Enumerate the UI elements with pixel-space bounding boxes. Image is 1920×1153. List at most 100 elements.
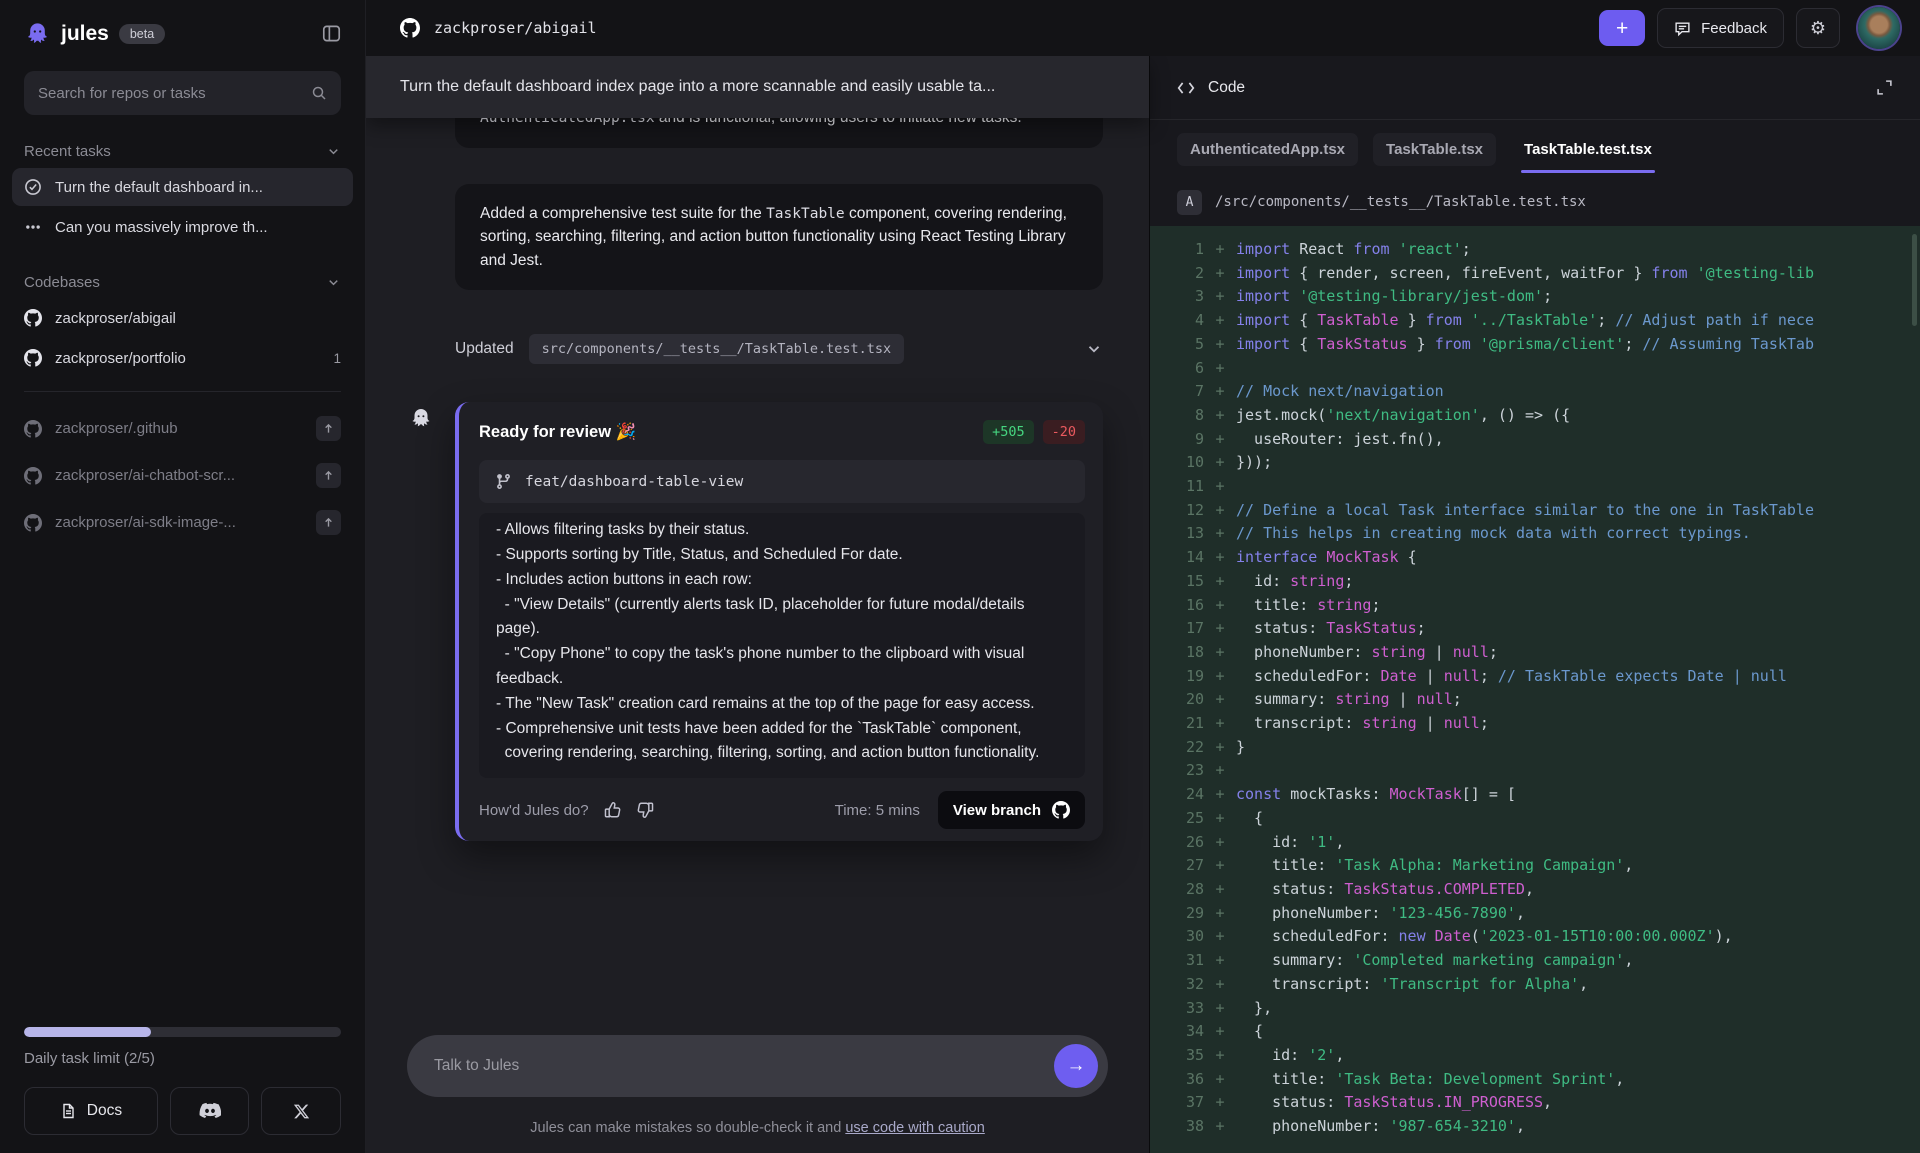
- line-number: 10: [1150, 451, 1204, 475]
- feedback-button[interactable]: Feedback: [1657, 8, 1784, 48]
- code-line: 33+},: [1150, 997, 1920, 1021]
- code-line: 31+summary: 'Completed marketing campaig…: [1150, 949, 1920, 973]
- diff-added-marker: +: [1204, 475, 1236, 499]
- feedback-icon: [1674, 20, 1691, 37]
- thumbs-up-icon[interactable]: [603, 801, 621, 819]
- file-tab-0[interactable]: AuthenticatedApp.tsx: [1177, 133, 1358, 166]
- codebases-header[interactable]: Codebases: [24, 274, 341, 291]
- diff-added-marker: +: [1204, 665, 1236, 689]
- file-tab-2[interactable]: TaskTable.test.tsx: [1511, 133, 1665, 166]
- code-panel-header: Code: [1150, 56, 1920, 120]
- task-label: Can you massively improve th...: [55, 219, 268, 236]
- code-text: id: string;: [1236, 570, 1920, 594]
- docs-label: Docs: [87, 1102, 122, 1120]
- branch-name: feat/dashboard-table-view: [525, 474, 743, 490]
- docs-button[interactable]: Docs: [24, 1087, 158, 1135]
- sidebar-codebase-inactive-1[interactable]: zackproser/ai-chatbot-scr...: [12, 453, 353, 498]
- code-line: 19+scheduledFor: Date | null; // TaskTab…: [1150, 665, 1920, 689]
- line-number: 26: [1150, 831, 1204, 855]
- updated-file-row: Updated src/components/__tests__/TaskTab…: [455, 334, 1103, 364]
- upgrade-arrow-icon[interactable]: [316, 463, 341, 488]
- chevron-down-icon: [326, 275, 341, 290]
- chevron-down-icon[interactable]: [1085, 340, 1103, 358]
- discord-button[interactable]: [170, 1087, 250, 1135]
- sidebar-recent-task-1[interactable]: Can you massively improve th...: [12, 208, 353, 246]
- use-code-with-caution-link[interactable]: use code with caution: [845, 1120, 984, 1136]
- search-icon: [311, 85, 327, 101]
- github-icon: [24, 420, 42, 438]
- x-twitter-button[interactable]: [261, 1087, 341, 1135]
- send-button[interactable]: →: [1054, 1044, 1098, 1088]
- github-icon: [24, 467, 42, 485]
- view-branch-button[interactable]: View branch: [938, 791, 1085, 829]
- repo-name: zackproser/abigail: [434, 19, 597, 37]
- diff-added-marker: +: [1204, 522, 1236, 546]
- line-number: 15: [1150, 570, 1204, 594]
- code-text: phoneNumber: '123-456-7890',: [1236, 902, 1920, 926]
- code-line: 34+{: [1150, 1020, 1920, 1044]
- thumbs-down-icon[interactable]: [637, 801, 655, 819]
- github-icon: [24, 309, 42, 327]
- upgrade-arrow-icon[interactable]: [316, 510, 341, 535]
- user-avatar[interactable]: [1858, 7, 1900, 49]
- scrollbar-thumb[interactable]: [1912, 234, 1917, 326]
- code-line: 5+import { TaskStatus } from '@prisma/cl…: [1150, 333, 1920, 357]
- line-number: 19: [1150, 665, 1204, 689]
- new-task-button[interactable]: +: [1599, 10, 1645, 46]
- expand-icon[interactable]: [1876, 79, 1893, 96]
- line-number: 29: [1150, 902, 1204, 926]
- sidebar-codebase-1[interactable]: zackproser/portfolio1: [12, 339, 353, 377]
- task-title-bar[interactable]: Turn the default dashboard index page in…: [366, 56, 1149, 118]
- sidebar-recent-task-0[interactable]: Turn the default dashboard in...: [12, 168, 353, 206]
- code-text: jest.mock('next/navigation', () => ({: [1236, 404, 1920, 428]
- line-number: 25: [1150, 807, 1204, 831]
- check-circle-icon: [24, 178, 42, 196]
- diff-added-marker: +: [1204, 1091, 1236, 1115]
- code-editor[interactable]: 1+import React from 'react';2+import { r…: [1150, 226, 1920, 1153]
- git-branch-icon: [495, 473, 512, 490]
- file-tab-1[interactable]: TaskTable.tsx: [1373, 133, 1496, 166]
- line-number: 28: [1150, 878, 1204, 902]
- branch-bar[interactable]: feat/dashboard-table-view: [479, 460, 1085, 503]
- recent-tasks-header[interactable]: Recent tasks: [24, 143, 341, 160]
- composer-input[interactable]: [434, 1057, 1054, 1075]
- sidebar-codebase-inactive-2[interactable]: zackproser/ai-sdk-image-...: [12, 500, 353, 545]
- code-line: 22+}: [1150, 736, 1920, 760]
- diff-added-marker: +: [1204, 428, 1236, 452]
- diff-added-marker: +: [1204, 1115, 1236, 1139]
- review-body-panel[interactable]: - Allows filtering tasks by their status…: [479, 513, 1085, 778]
- diff-added-marker: +: [1204, 712, 1236, 736]
- code-line: 3+import '@testing-library/jest-dom';: [1150, 285, 1920, 309]
- line-number: 22: [1150, 736, 1204, 760]
- updated-file-chip[interactable]: src/components/__tests__/TaskTable.test.…: [529, 334, 905, 364]
- code-text: },: [1236, 997, 1920, 1021]
- diff-added-marker: +: [1204, 333, 1236, 357]
- line-number: 2: [1150, 262, 1204, 286]
- chat-scroll-area[interactable]: AuthenticatedApp.tsx and is functional, …: [366, 118, 1149, 1153]
- line-number: 33: [1150, 997, 1204, 1021]
- line-number: 16: [1150, 594, 1204, 618]
- diff-added-marker: +: [1204, 617, 1236, 641]
- code-line: 8+jest.mock('next/navigation', () => ({: [1150, 404, 1920, 428]
- review-body-text: - Allows filtering tasks by their status…: [496, 518, 1068, 766]
- gear-icon: ⚙: [1810, 18, 1826, 39]
- code-text: summary: string | null;: [1236, 688, 1920, 712]
- chevron-down-icon: [326, 144, 341, 159]
- line-number: 23: [1150, 759, 1204, 783]
- code-text: status: TaskStatus.IN_PROGRESS,: [1236, 1091, 1920, 1115]
- codebase-label: zackproser/abigail: [55, 310, 176, 327]
- agent-message: AuthenticatedApp.tsx and is functional, …: [455, 118, 1103, 148]
- line-number: 24: [1150, 783, 1204, 807]
- collapse-sidebar-icon[interactable]: [322, 24, 341, 43]
- code-line: 15+id: string;: [1150, 570, 1920, 594]
- sidebar-codebase-inactive-0[interactable]: zackproser/.github: [12, 406, 353, 451]
- upgrade-arrow-icon[interactable]: [316, 416, 341, 441]
- code-line: 29+phoneNumber: '123-456-7890',: [1150, 902, 1920, 926]
- settings-button[interactable]: ⚙: [1796, 8, 1840, 48]
- search-input[interactable]: [38, 85, 303, 102]
- code-line: 24+const mockTasks: MockTask[] = [: [1150, 783, 1920, 807]
- sidebar-codebase-0[interactable]: zackproser/abigail: [12, 299, 353, 337]
- line-number: 14: [1150, 546, 1204, 570]
- diff-added-marker: +: [1204, 1020, 1236, 1044]
- elapsed-time: Time: 5 mins: [835, 802, 920, 819]
